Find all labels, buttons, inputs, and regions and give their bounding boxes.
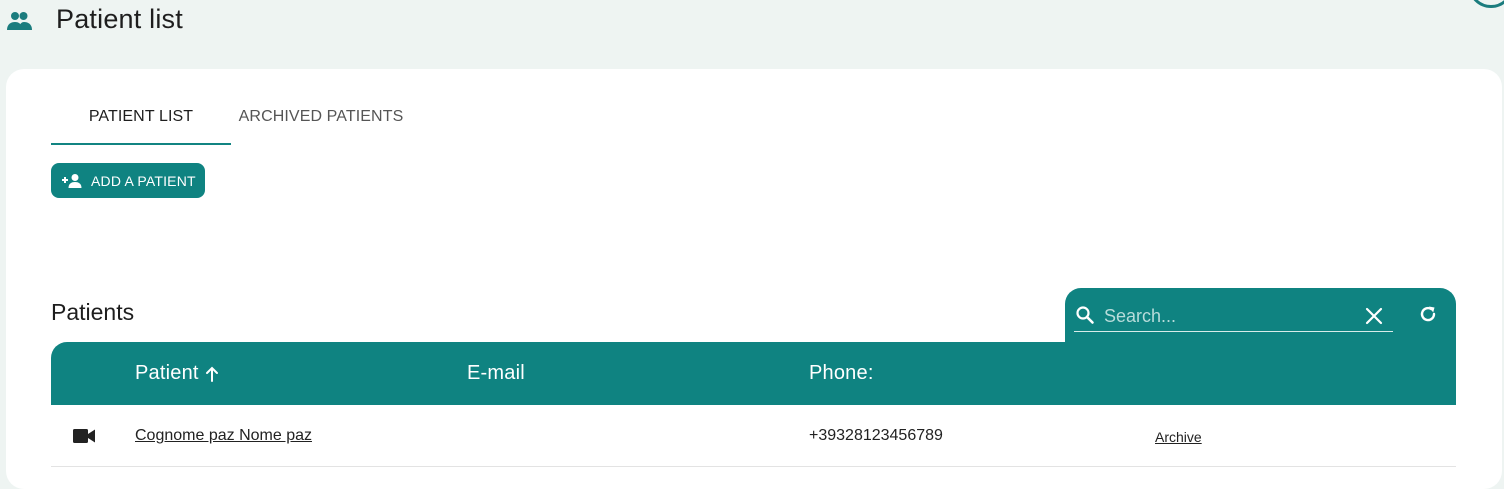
- column-header-email[interactable]: E-mail: [467, 362, 525, 385]
- video-camera-icon[interactable]: [73, 429, 95, 443]
- search-field: [1074, 301, 1393, 332]
- main-card: PATIENT LIST ARCHIVED PATIENTS ADD A PAT…: [6, 69, 1502, 489]
- tab-archived-patients[interactable]: ARCHIVED PATIENTS: [231, 91, 411, 145]
- page-title: Patient list: [56, 4, 183, 34]
- patient-phone: +39328123456789: [809, 427, 943, 444]
- person-add-icon: [62, 173, 82, 188]
- add-patient-button[interactable]: ADD A PATIENT: [51, 163, 205, 198]
- page-header: Patient list: [0, 0, 1504, 60]
- arrow-up-icon: [205, 366, 218, 382]
- patient-name-link[interactable]: Cognome paz Nome paz: [135, 427, 312, 445]
- search-panel: [1065, 288, 1456, 348]
- profile-avatar[interactable]: [1468, 0, 1504, 8]
- search-input[interactable]: [1104, 303, 1344, 329]
- column-header-patient[interactable]: Patient: [135, 362, 219, 385]
- close-icon[interactable]: [1364, 306, 1384, 326]
- refresh-icon[interactable]: [1418, 304, 1438, 324]
- section-title: Patients: [51, 299, 135, 325]
- table-row: Cognome paz Nome paz +39328123456789 Arc…: [51, 405, 1456, 467]
- search-icon: [1076, 306, 1094, 324]
- column-header-phone[interactable]: Phone:: [809, 362, 874, 385]
- people-icon: [6, 10, 34, 32]
- add-patient-label: ADD A PATIENT: [91, 172, 196, 189]
- column-header-patient-label: Patient: [135, 362, 199, 384]
- table-header: Patient E-mail Phone:: [51, 342, 1456, 405]
- archive-link[interactable]: Archive: [1155, 429, 1202, 445]
- tab-patient-list[interactable]: PATIENT LIST: [51, 91, 231, 145]
